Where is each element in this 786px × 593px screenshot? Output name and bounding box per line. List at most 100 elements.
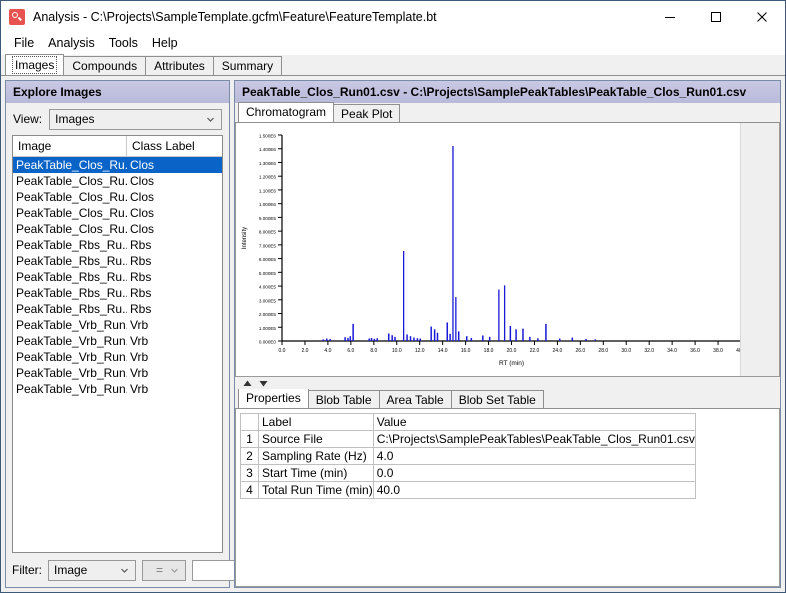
menu-item-analysis[interactable]: Analysis [41, 34, 102, 52]
table-row[interactable]: 4 Total Run Time (min) 40.0 [240, 481, 696, 499]
grid-header-image[interactable]: Image [13, 136, 127, 156]
grid-header-row: Image Class Label [13, 136, 222, 157]
y-tick-label: 2.000E5 [259, 312, 277, 317]
cell-class-label: Clos [130, 158, 155, 172]
cell-class-label: Clos [130, 190, 155, 204]
cell-image: PeakTable_Rbs_Ru... [16, 302, 127, 316]
cell-class-label: Vrb [130, 382, 149, 396]
table-row[interactable]: PeakTable_Clos_Ru... Clos [13, 189, 222, 205]
tab-images[interactable]: Images [5, 54, 65, 75]
tab-area-table[interactable]: Area Table [378, 390, 452, 408]
chart-view-tab-strip: Chromatogram Peak Plot [235, 102, 780, 123]
table-row[interactable]: 2 Sampling Rate (Hz) 4.0 [240, 447, 696, 465]
chevron-down-icon [120, 566, 129, 575]
x-tick-label: 30.0 [621, 348, 631, 354]
properties-body: 1 Source File C:\Projects\SamplePeakTables… [240, 430, 696, 499]
cell-value: C:\Projects\SamplePeakTables\PeakTable_C… [372, 430, 696, 448]
title-bar: Analysis - C:\Projects\SampleTemplate.gc… [1, 1, 785, 32]
table-row[interactable]: PeakTable_Rbs_Ru... Rbs [13, 237, 222, 253]
cell-label: Source File [258, 430, 374, 448]
table-row[interactable]: PeakTable_Vrb_Run... Vrb [13, 317, 222, 333]
table-row[interactable]: PeakTable_Rbs_Ru... Rbs [13, 285, 222, 301]
y-axis-label: Intensity [242, 227, 248, 249]
filter-operator-combobox[interactable]: = [142, 559, 186, 581]
menu-bar: File Analysis Tools Help [1, 32, 785, 55]
tab-summary[interactable]: Summary [212, 56, 283, 75]
x-tick-label: 0.0 [279, 348, 286, 354]
properties-header-value[interactable]: Value [372, 413, 696, 431]
tab-blob-set-table[interactable]: Blob Set Table [450, 390, 544, 408]
tab-properties[interactable]: Properties [238, 389, 309, 408]
chromatogram-svg: 0.000E0 1.000E5 2.000E5 3.000E5 4.000E5 5.000… [242, 134, 746, 368]
tab-attributes[interactable]: Attributes [145, 56, 214, 75]
properties-header-label[interactable]: Label [258, 413, 374, 431]
table-row[interactable]: PeakTable_Vrb_Run... Vrb [13, 333, 222, 349]
properties-pane: Properties Blob Table Area Table Blob Se… [235, 389, 780, 587]
chromatogram-chart[interactable]: 0.000E0 1.000E5 2.000E5 3.000E5 4.000E5 5.000… [235, 123, 780, 377]
tab-peak-plot[interactable]: Peak Plot [333, 104, 401, 122]
grid-header-class-label[interactable]: Class Label [127, 136, 222, 156]
chromatogram-trace [322, 145, 597, 341]
filter-label: Filter: [12, 563, 42, 577]
table-row[interactable]: PeakTable_Clos_Ru... Clos [13, 205, 222, 221]
y-tick-label: 7.000E5 [259, 243, 277, 248]
properties-table: Label Value 1 Source File C:\Projects\Samp… [240, 413, 696, 499]
y-tick-label: 3.000E5 [259, 298, 277, 303]
y-tick-label: 1.500E6 [259, 134, 277, 139]
tab-summary-label: Summary [221, 59, 274, 73]
view-combobox[interactable]: Images [49, 108, 222, 130]
document-panel: PeakTable_Clos_Run01.csv - C:\Projects\S… [234, 80, 781, 588]
close-button[interactable] [739, 1, 785, 32]
x-tick-label: 12.0 [415, 348, 425, 354]
splitter-up-icon[interactable] [243, 380, 252, 387]
grid-body: PeakTable_Clos_Ru... Clos PeakTable_Clos_R… [13, 157, 222, 397]
table-row[interactable]: PeakTable_Clos_Ru... Clos [13, 221, 222, 237]
menu-item-file[interactable]: File [7, 34, 41, 52]
splitter-down-icon[interactable] [259, 380, 268, 387]
table-row[interactable]: PeakTable_Rbs_Ru... Rbs [13, 269, 222, 285]
x-tick-label: 26.0 [575, 348, 585, 354]
view-selector-row: View: Images [6, 103, 229, 135]
properties-table-area: Label Value 1 Source File C:\Projects\Samp… [235, 409, 780, 587]
x-tick-label: 34.0 [667, 348, 677, 354]
cell-image: PeakTable_Rbs_Ru... [16, 238, 127, 252]
tab-chromatogram[interactable]: Chromatogram [238, 102, 335, 122]
menu-item-tools[interactable]: Tools [102, 34, 145, 52]
chart-right-margin [740, 123, 779, 376]
table-row[interactable]: PeakTable_Vrb_Run... Vrb [13, 365, 222, 381]
y-tick-label: 1.000E5 [259, 326, 277, 331]
table-row[interactable]: PeakTable_Rbs_Ru... Rbs [13, 253, 222, 269]
filter-field-value: Image [54, 563, 88, 577]
panel-splitter[interactable] [235, 377, 780, 389]
table-row[interactable]: PeakTable_Vrb_Run... Vrb [13, 381, 222, 397]
table-row[interactable]: PeakTable_Clos_Ru... Clos [13, 173, 222, 189]
x-tick-label: 36.0 [690, 348, 700, 354]
y-tick-label: 1.200E6 [259, 175, 277, 180]
x-tick-label: 38.0 [713, 348, 723, 354]
properties-corner-cell [240, 413, 259, 431]
cell-image: PeakTable_Vrb_Run... [16, 334, 127, 348]
image-list-grid[interactable]: Image Class Label PeakTable_Clos_Ru... Cl… [12, 135, 223, 553]
y-tick-label: 4.000E5 [259, 285, 277, 290]
y-tick-label: 8.000E5 [259, 230, 277, 235]
cell-image: PeakTable_Clos_Ru... [16, 158, 127, 172]
tab-compounds[interactable]: Compounds [63, 56, 147, 75]
cell-image: PeakTable_Vrb_Run... [16, 382, 127, 396]
table-row[interactable]: 3 Start Time (min) 0.0 [240, 464, 696, 482]
table-row[interactable]: PeakTable_Rbs_Ru... Rbs [13, 301, 222, 317]
table-row[interactable]: 1 Source File C:\Projects\SamplePeakTables… [240, 430, 696, 448]
menu-item-help[interactable]: Help [145, 34, 185, 52]
tab-blob-table[interactable]: Blob Table [307, 390, 380, 408]
main-tab-strip: Images Compounds Attributes Summary [1, 54, 785, 76]
maximize-button[interactable] [693, 1, 739, 32]
table-row[interactable]: PeakTable_Vrb_Run... Vrb [13, 349, 222, 365]
cell-class-label: Clos [130, 222, 155, 236]
cell-image: PeakTable_Vrb_Run... [16, 318, 127, 332]
filter-field-combobox[interactable]: Image [48, 559, 136, 581]
minimize-button[interactable] [647, 1, 693, 32]
cell-label: Sampling Rate (Hz) [258, 447, 374, 465]
table-row[interactable]: PeakTable_Clos_Ru... Clos [13, 157, 222, 173]
application-window: Analysis - C:\Projects\SampleTemplate.gc… [0, 0, 786, 593]
cell-image: PeakTable_Vrb_Run... [16, 350, 127, 364]
x-tick-label: 32.0 [644, 348, 654, 354]
